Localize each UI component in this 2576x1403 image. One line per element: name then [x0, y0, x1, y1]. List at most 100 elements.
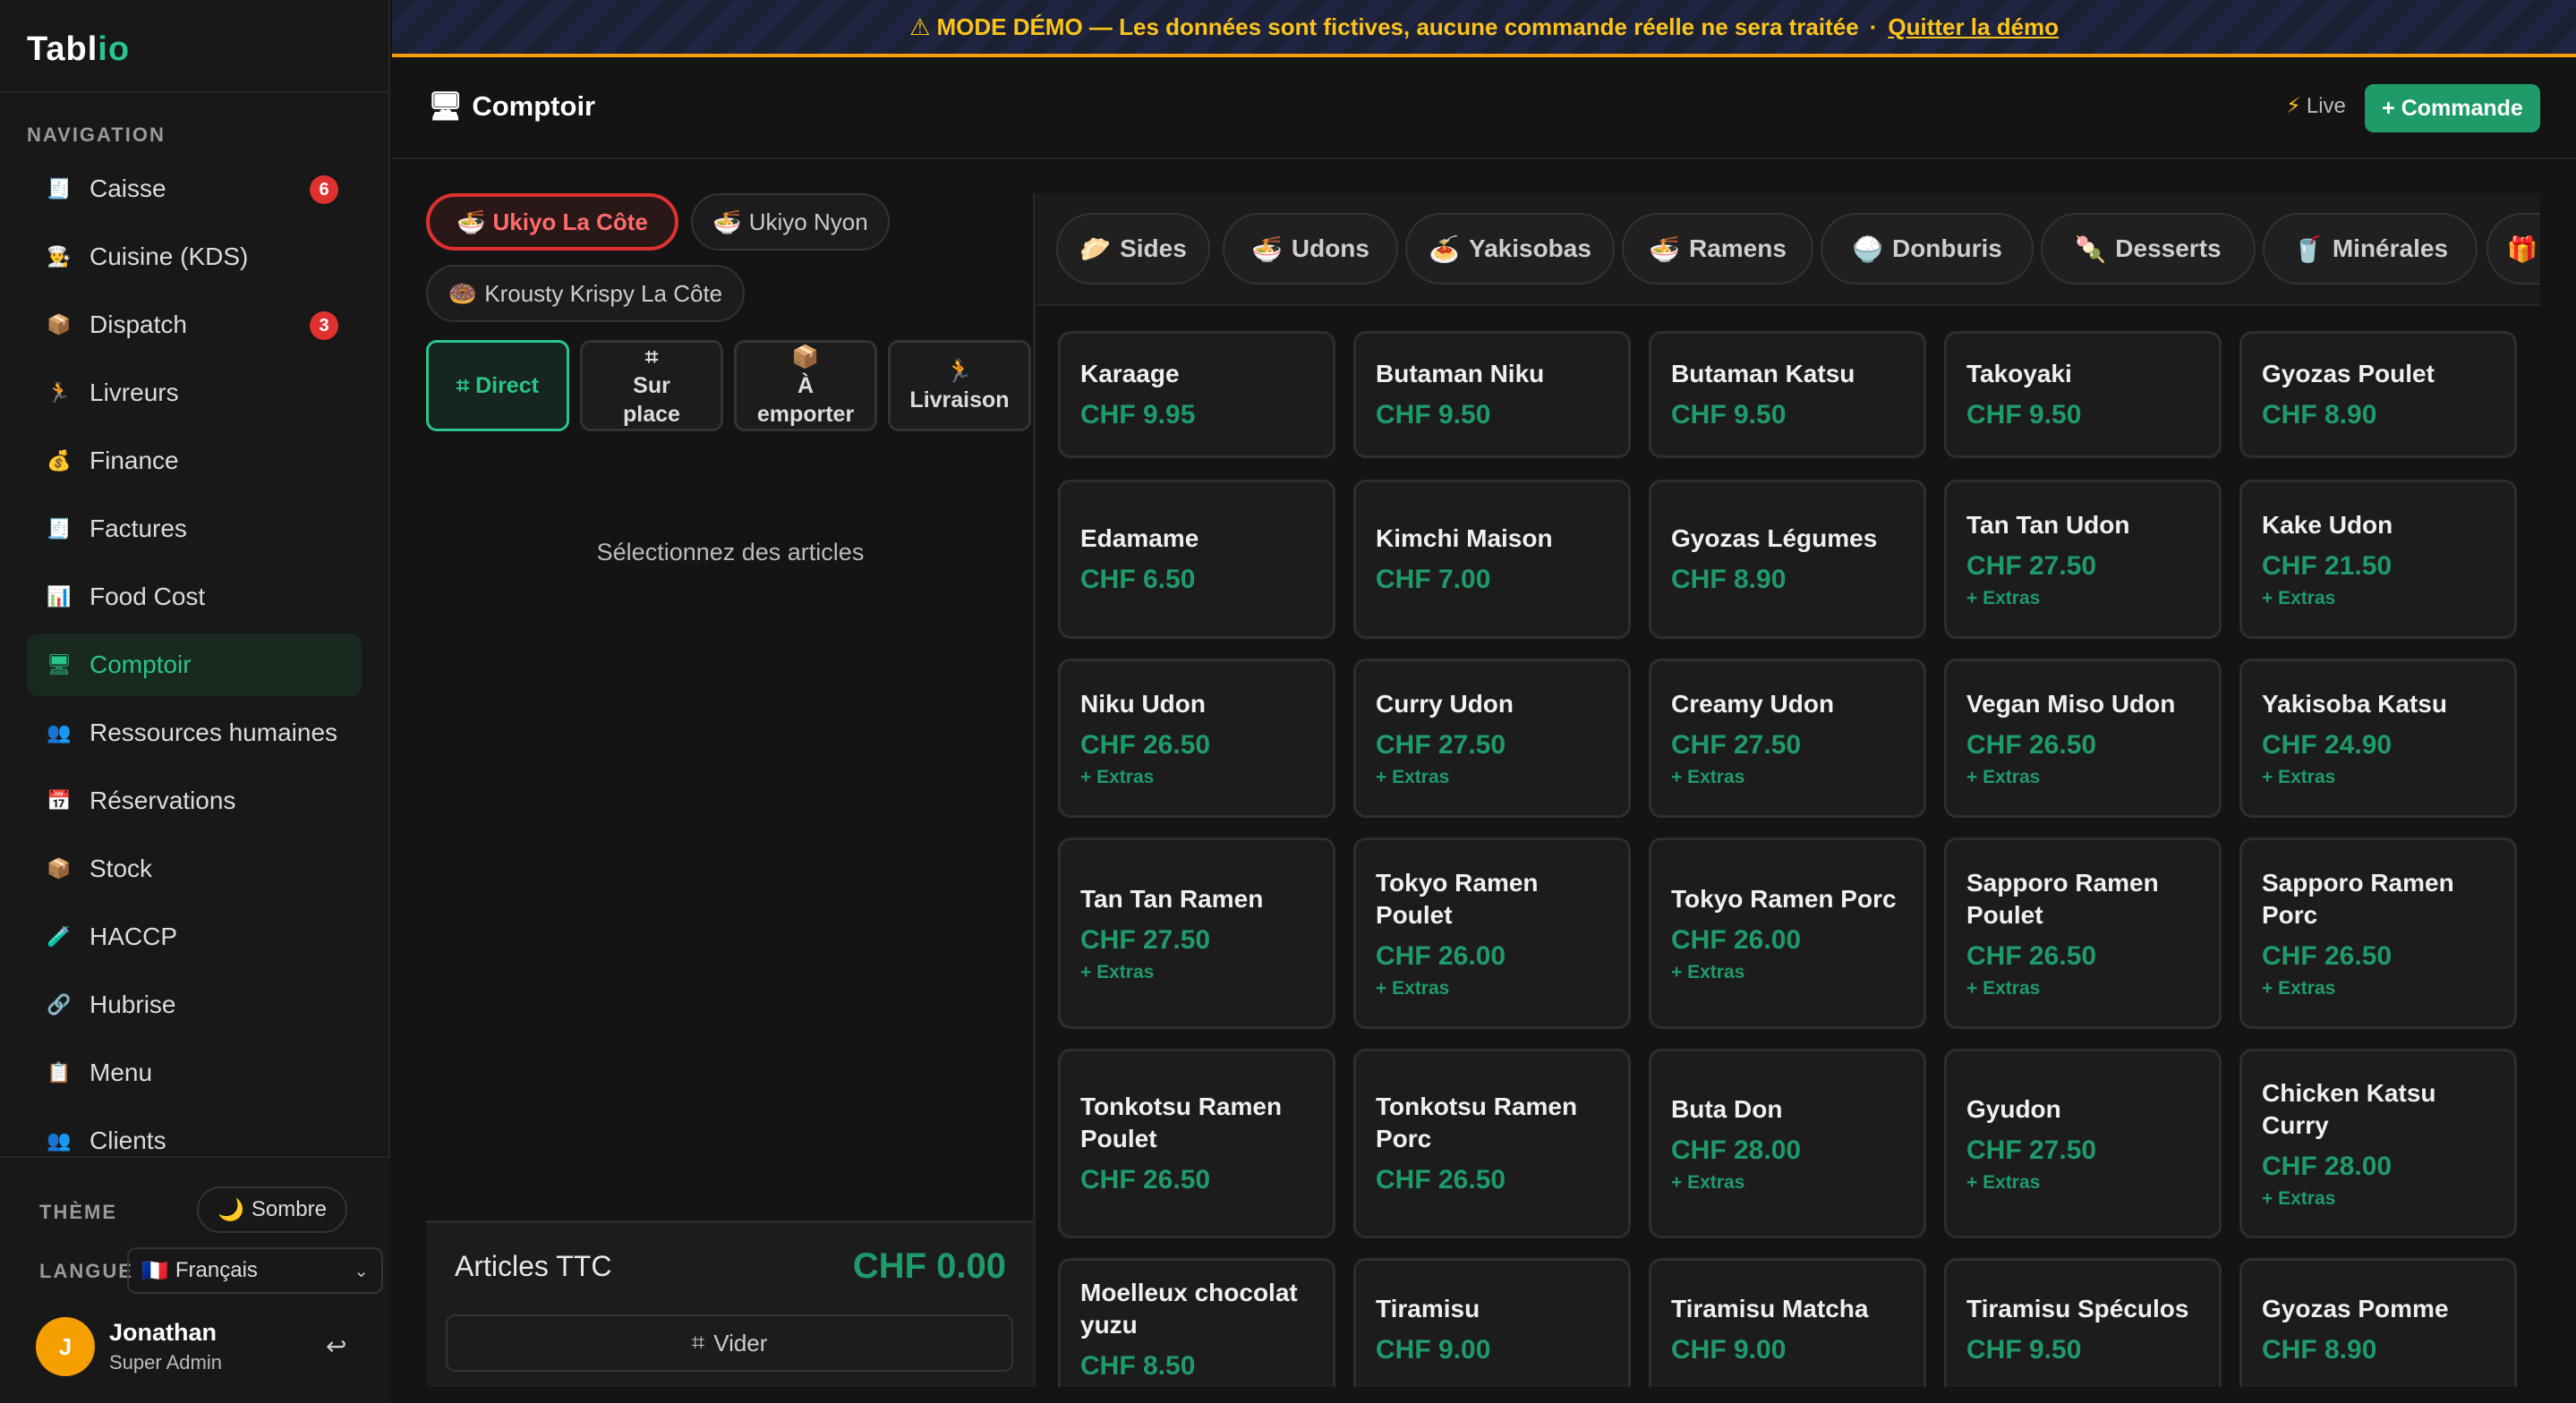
nav-icon: 📋: [47, 1061, 72, 1084]
sidebar-item-finance[interactable]: 💰 Finance: [27, 429, 362, 492]
product-card[interactable]: Tokyo Ramen Poulet CHF 26.00 + Extras: [1353, 838, 1631, 1029]
product-price: CHF 27.50: [1376, 730, 1506, 760]
restaurant-pill-krousty-krispy[interactable]: 🍩 Krousty Krispy La Côte: [426, 265, 745, 322]
order-type-sur-place[interactable]: ⌗ Sur place: [580, 340, 723, 431]
product-card[interactable]: Buta Don CHF 28.00 + Extras: [1649, 1049, 1926, 1238]
category-tab-desserts[interactable]: 🍡 Desserts: [2041, 213, 2256, 285]
order-type-livraison[interactable]: 🏃 Livraison: [888, 340, 1031, 431]
restaurant-pill-ukiyo-la-cote[interactable]: 🍜 Ukiyo La Côte: [426, 193, 678, 251]
product-card[interactable]: Tiramisu Spéculos CHF 9.50: [1944, 1258, 2222, 1387]
quit-demo-link[interactable]: Quitter la démo: [1888, 13, 2059, 41]
sidebar-item-reservations[interactable]: 📅 Réservations: [27, 770, 362, 832]
sidebar-item-cuisine-kds[interactable]: 👨‍🍳 Cuisine (KDS): [27, 225, 362, 288]
count-badge: 6: [310, 175, 338, 204]
product-card[interactable]: Tiramisu Matcha CHF 9.00: [1649, 1258, 1926, 1387]
sidebar-item-factures[interactable]: 🧾 Factures: [27, 497, 362, 560]
sidebar-item-dispatch[interactable]: 📦 Dispatch 3: [27, 293, 362, 356]
sidebar-item-comptoir[interactable]: 🖥 Comptoir: [27, 633, 362, 696]
category-tab-minerales[interactable]: 🥤 Minérales: [2263, 213, 2478, 285]
product-price: CHF 27.50: [1080, 925, 1211, 955]
category-label: Yakisobas: [1468, 234, 1591, 262]
avatar[interactable]: J: [36, 1317, 95, 1376]
product-card[interactable]: Gyozas Légumes CHF 8.90: [1649, 480, 1926, 639]
chevron-down-icon: ⌄: [354, 1261, 369, 1281]
product-card[interactable]: Tonkotsu Ramen Porc CHF 26.50: [1353, 1049, 1631, 1238]
app-logo[interactable]: Tablio: [27, 30, 130, 69]
page-title: 🖥 Comptoir: [428, 89, 595, 123]
product-card[interactable]: Curry Udon CHF 27.50 + Extras: [1353, 659, 1631, 818]
product-card[interactable]: Yakisoba Katsu CHF 24.90 + Extras: [2239, 659, 2517, 818]
product-card[interactable]: Moelleux chocolat yuzu CHF 8.50: [1058, 1258, 1335, 1387]
product-price: CHF 9.95: [1080, 400, 1196, 429]
product-card[interactable]: Butaman Katsu CHF 9.50: [1649, 331, 1926, 458]
category-tab-gi[interactable]: 🎁Gi: [2486, 213, 2540, 285]
language-select[interactable]: 🇫🇷 Français ⌄: [127, 1247, 383, 1294]
category-icon: 🥟: [1079, 234, 1112, 263]
product-name: Tiramisu: [1376, 1295, 1480, 1322]
restaurant-pill-ukiyo-nyon[interactable]: 🍜 Ukiyo Nyon: [691, 193, 890, 251]
sidebar-item-stock[interactable]: 📦 Stock: [27, 838, 362, 900]
product-card[interactable]: Kake Udon CHF 21.50 + Extras: [2239, 480, 2517, 639]
banner-separator: ·: [1869, 13, 1878, 40]
product-card[interactable]: Gyozas Pomme CHF 8.90: [2239, 1258, 2517, 1387]
category-tab-sides[interactable]: 🥟 Sides: [1056, 213, 1210, 285]
logout-icon[interactable]: ↩: [326, 1331, 346, 1361]
product-card[interactable]: Chicken Katsu Curry CHF 28.00 + Extras: [2239, 1049, 2517, 1238]
theme-toggle[interactable]: 🌙 Sombre: [197, 1186, 347, 1233]
sidebar-item-haccp[interactable]: 🧪 HACCP: [27, 906, 362, 968]
product-name: Tiramisu Matcha: [1671, 1295, 1869, 1322]
product-card[interactable]: Tokyo Ramen Porc CHF 26.00 + Extras: [1649, 838, 1926, 1029]
clear-cart-button[interactable]: ⌗ Vider: [446, 1314, 1013, 1372]
count-badge: 3: [310, 311, 338, 340]
box-icon: 📦: [791, 344, 820, 370]
product-card[interactable]: Niku Udon CHF 26.50 + Extras: [1058, 659, 1335, 818]
sidebar-item-caisse[interactable]: 🧾 Caisse 6: [27, 157, 362, 220]
product-card[interactable]: Butaman Niku CHF 9.50: [1353, 331, 1631, 458]
product-card[interactable]: Takoyaki CHF 9.50: [1944, 331, 2222, 458]
category-tab-yakisobas[interactable]: 🍝 Yakisobas: [1405, 213, 1615, 285]
nav-icon: 👥: [47, 721, 72, 744]
product-name: Chicken Katsu Curry: [2262, 1079, 2436, 1139]
sidebar-item-livreurs[interactable]: 🏃 Livreurs: [27, 361, 362, 424]
product-price: CHF 28.00: [2262, 1152, 2393, 1181]
product-card[interactable]: Sapporo Ramen Porc CHF 26.50 + Extras: [2239, 838, 2517, 1029]
sidebar-item-label: Finance: [90, 446, 179, 474]
nav-heading: NAVIGATION: [27, 123, 166, 146]
category-label: Donburis: [1891, 234, 2002, 262]
sidebar-item-ressources-humaines[interactable]: 👥 Ressources humaines: [27, 702, 362, 764]
product-card[interactable]: Creamy Udon CHF 27.50 + Extras: [1649, 659, 1926, 818]
product-card[interactable]: Edamame CHF 6.50: [1058, 480, 1335, 639]
product-card[interactable]: Gyudon CHF 27.50 + Extras: [1944, 1049, 2222, 1238]
product-card[interactable]: Tonkotsu Ramen Poulet CHF 26.50: [1058, 1049, 1335, 1238]
category-tab-udons[interactable]: 🍜 Udons: [1223, 213, 1398, 285]
cart-total-value: CHF 0.00: [852, 1246, 1006, 1286]
live-label: Live: [2306, 93, 2346, 118]
order-type-a-emporter[interactable]: 📦 À emporter: [734, 340, 877, 431]
product-name: Niku Udon: [1080, 690, 1206, 718]
product-name: Kimchi Maison: [1376, 524, 1553, 552]
product-price: CHF 27.50: [1966, 1135, 2097, 1165]
product-card[interactable]: Kimchi Maison CHF 7.00: [1353, 480, 1631, 639]
sidebar-item-food-cost[interactable]: 📊 Food Cost: [27, 565, 362, 628]
page-title-text: Comptoir: [472, 89, 596, 122]
product-card[interactable]: Tan Tan Udon CHF 27.50 + Extras: [1944, 480, 2222, 639]
grid-icon: ⌗: [644, 344, 659, 370]
category-tab-donburis[interactable]: 🍚 Donburis: [1821, 213, 2034, 285]
sidebar-item-hubrise[interactable]: 🔗 Hubrise: [27, 974, 362, 1036]
product-name: Curry Udon: [1376, 690, 1514, 718]
product-name: Karaage: [1080, 360, 1180, 387]
theme-label: THÈME: [39, 1201, 117, 1223]
new-order-button[interactable]: + Commande: [2365, 84, 2540, 132]
product-card[interactable]: Gyozas Poulet CHF 8.90: [2239, 331, 2517, 458]
sidebar-item-menu[interactable]: 📋 Menu: [27, 1042, 362, 1104]
clear-label: Vider: [713, 1329, 768, 1356]
product-card[interactable]: Vegan Miso Udon CHF 26.50 + Extras: [1944, 659, 2222, 818]
product-card[interactable]: Tiramisu CHF 9.00: [1353, 1258, 1631, 1387]
product-card[interactable]: Karaage CHF 9.95: [1058, 331, 1335, 458]
category-tab-ramens[interactable]: 🍜 Ramens: [1622, 213, 1813, 285]
divider: [1033, 193, 1036, 1387]
product-card[interactable]: Tan Tan Ramen CHF 27.50 + Extras: [1058, 838, 1335, 1029]
order-type-direct[interactable]: ⌗ Direct: [426, 340, 569, 431]
category-icon: 🍚: [1852, 234, 1883, 263]
product-card[interactable]: Sapporo Ramen Poulet CHF 26.50 + Extras: [1944, 838, 2222, 1029]
